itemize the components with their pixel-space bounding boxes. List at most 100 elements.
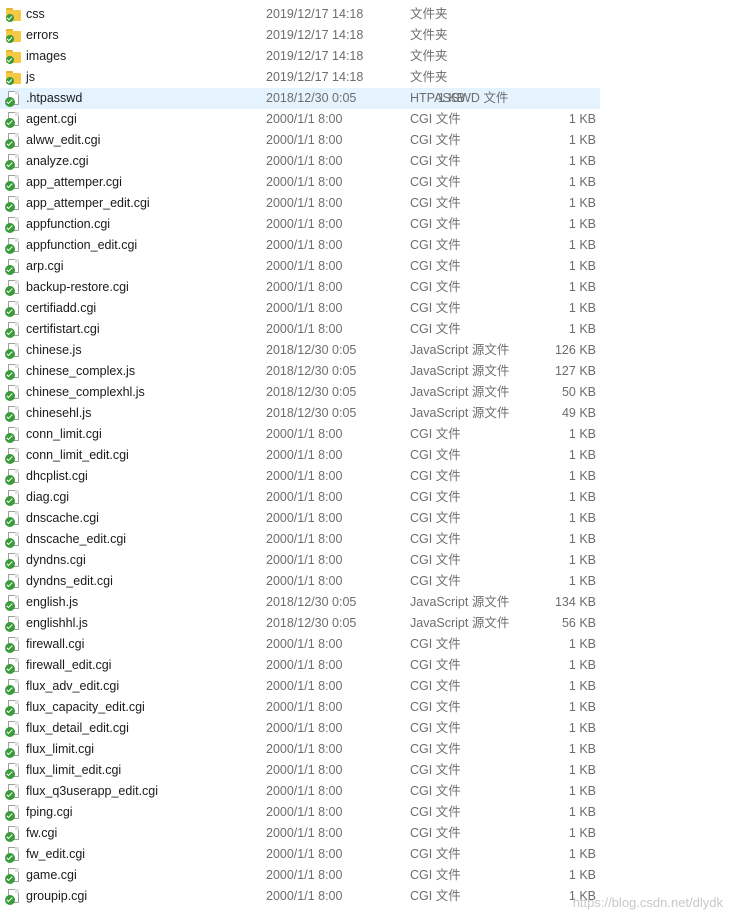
file-name: conn_limit_edit.cgi: [26, 448, 129, 462]
file-name: app_attemper.cgi: [26, 175, 122, 189]
file-row[interactable]: flux_limit.cgi 2000/1/1 8:00 CGI 文件 1 KB: [0, 739, 731, 760]
file-row[interactable]: flux_q3userapp_edit.cgi 2000/1/1 8:00 CGI …: [0, 781, 731, 802]
file-name: flux_q3userapp_edit.cgi: [26, 784, 159, 798]
file-size: 1 KB: [568, 280, 596, 294]
file-icon: [5, 637, 21, 653]
file-name: .htpasswd: [26, 91, 83, 105]
file-row[interactable]: firewall_edit.cgi 2000/1/1 8:00 CGI 文件 1 KB: [0, 655, 731, 676]
file-row[interactable]: appfunction.cgi 2000/1/1 8:00 CGI 文件 1 KB: [0, 214, 731, 235]
file-type: JavaScript 源文件: [410, 595, 510, 609]
file-date-modified: 2018/12/30 0:05: [266, 406, 357, 420]
file-row[interactable]: app_attemper.cgi 2000/1/1 8:00 CGI 文件 1 KB: [0, 172, 731, 193]
file-date-modified: 2018/12/30 0:05: [266, 343, 357, 357]
file-icon: [5, 427, 21, 443]
file-type: CGI 文件: [410, 427, 461, 441]
file-size: 1 KB: [568, 826, 596, 840]
file-row[interactable]: fping.cgi 2000/1/1 8:00 CGI 文件 1 KB: [0, 802, 731, 823]
file-row[interactable]: flux_adv_edit.cgi 2000/1/1 8:00 CGI 文件 1 KB: [0, 676, 731, 697]
file-row[interactable]: firewall.cgi 2000/1/1 8:00 CGI 文件 1 KB: [0, 634, 731, 655]
file-type: CGI 文件: [410, 112, 461, 126]
file-date-modified: 2000/1/1 8:00: [266, 658, 343, 672]
file-row[interactable]: appfunction_edit.cgi 2000/1/1 8:00 CGI 文件 1…: [0, 235, 731, 256]
file-date-modified: 2000/1/1 8:00: [266, 511, 343, 525]
file-size: 1 KB: [568, 112, 596, 126]
folder-row[interactable]: errors 2019/12/17 14:18 文件夹: [0, 25, 731, 46]
file-date-modified: 2000/1/1 8:00: [266, 280, 343, 294]
file-icon: [5, 553, 21, 569]
file-size: 1 KB: [568, 427, 596, 441]
file-name: chinese_complex.js: [26, 364, 136, 378]
file-row[interactable]: dnscache_edit.cgi 2000/1/1 8:00 CGI 文件 1 KB: [0, 529, 731, 550]
file-size: 1 KB: [568, 511, 596, 525]
file-row[interactable]: backup-restore.cgi 2000/1/1 8:00 CGI 文件 1 K…: [0, 277, 731, 298]
file-row[interactable]: dyndns.cgi 2000/1/1 8:00 CGI 文件 1 KB: [0, 550, 731, 571]
file-name: images: [26, 49, 67, 63]
file-row[interactable]: flux_detail_edit.cgi 2000/1/1 8:00 CGI 文件 1…: [0, 718, 731, 739]
file-size: 1 KB: [568, 868, 596, 882]
file-row[interactable]: fw_edit.cgi 2000/1/1 8:00 CGI 文件 1 KB: [0, 844, 731, 865]
file-size: 1 KB: [568, 574, 596, 588]
file-type: CGI 文件: [410, 280, 461, 294]
file-size: 1 KB: [568, 721, 596, 735]
file-size: 1 KB: [568, 217, 596, 231]
folder-row[interactable]: images 2019/12/17 14:18 文件夹: [0, 46, 731, 67]
file-row[interactable]: fw.cgi 2000/1/1 8:00 CGI 文件 1 KB: [0, 823, 731, 844]
folder-icon: [6, 28, 21, 43]
file-row[interactable]: conn_limit_edit.cgi 2000/1/1 8:00 CGI 文件 1 …: [0, 445, 731, 466]
file-size: 49 KB: [561, 406, 596, 420]
file-row[interactable]: chinese_complexhl.js 2018/12/30 0:05 JavaS…: [0, 382, 731, 403]
file-name: fping.cgi: [26, 805, 73, 819]
file-row[interactable]: dyndns_edit.cgi 2000/1/1 8:00 CGI 文件 1 KB: [0, 571, 731, 592]
file-name: fw_edit.cgi: [26, 847, 86, 861]
file-name: english.js: [26, 595, 79, 609]
file-row[interactable]: agent.cgi 2000/1/1 8:00 CGI 文件 1 KB: [0, 109, 731, 130]
file-icon: [5, 301, 21, 317]
file-row[interactable]: dhcplist.cgi 2000/1/1 8:00 CGI 文件 1 KB: [0, 466, 731, 487]
file-icon: [5, 364, 21, 380]
file-name: arp.cgi: [26, 259, 64, 273]
file-row[interactable]: flux_capacity_edit.cgi 2000/1/1 8:00 CGI 文…: [0, 697, 731, 718]
file-date-modified: 2000/1/1 8:00: [266, 700, 343, 714]
file-row[interactable]: conn_limit.cgi 2000/1/1 8:00 CGI 文件 1 KB: [0, 424, 731, 445]
file-type: 文件夹: [410, 70, 448, 84]
file-icon: [5, 805, 21, 821]
file-size: 1 KB: [437, 91, 465, 105]
file-icon: [5, 448, 21, 464]
file-icon: [5, 721, 21, 737]
file-row[interactable]: diag.cgi 2000/1/1 8:00 CGI 文件 1 KB: [0, 487, 731, 508]
file-date-modified: 2000/1/1 8:00: [266, 826, 343, 840]
folder-row[interactable]: js 2019/12/17 14:18 文件夹: [0, 67, 731, 88]
file-date-modified: 2000/1/1 8:00: [266, 868, 343, 882]
file-date-modified: 2018/12/30 0:05: [266, 616, 357, 630]
file-row[interactable]: app_attemper_edit.cgi 2000/1/1 8:00 CGI 文件…: [0, 193, 731, 214]
file-type: CGI 文件: [410, 721, 461, 735]
file-row[interactable]: certifistart.cgi 2000/1/1 8:00 CGI 文件 1 KB: [0, 319, 731, 340]
file-row[interactable]: flux_limit_edit.cgi 2000/1/1 8:00 CGI 文件 1 …: [0, 760, 731, 781]
file-size: 1 KB: [568, 679, 596, 693]
file-date-modified: 2000/1/1 8:00: [266, 112, 343, 126]
file-row[interactable]: arp.cgi 2000/1/1 8:00 CGI 文件 1 KB: [0, 256, 731, 277]
folder-row[interactable]: css 2019/12/17 14:18 文件夹: [0, 4, 731, 25]
file-row[interactable]: dnscache.cgi 2000/1/1 8:00 CGI 文件 1 KB: [0, 508, 731, 529]
file-size: 1 KB: [568, 175, 596, 189]
file-row[interactable]: chinese_complex.js 2018/12/30 0:05 JavaScr…: [0, 361, 731, 382]
file-row[interactable]: analyze.cgi 2000/1/1 8:00 CGI 文件 1 KB: [0, 151, 731, 172]
file-type: CGI 文件: [410, 196, 461, 210]
file-row[interactable]: englishhl.js 2018/12/30 0:05 JavaScript 源文…: [0, 613, 731, 634]
file-date-modified: 2000/1/1 8:00: [266, 427, 343, 441]
file-row[interactable]: chinesehl.js 2018/12/30 0:05 JavaScript 源文…: [0, 403, 731, 424]
file-row[interactable]: game.cgi 2000/1/1 8:00 CGI 文件 1 KB: [0, 865, 731, 886]
file-row[interactable]: chinese.js 2018/12/30 0:05 JavaScript 源文件 1…: [0, 340, 731, 361]
file-name: flux_capacity_edit.cgi: [26, 700, 145, 714]
file-row[interactable]: alww_edit.cgi 2000/1/1 8:00 CGI 文件 1 KB: [0, 130, 731, 151]
file-row[interactable]: english.js 2018/12/30 0:05 JavaScript 源文件 1…: [0, 592, 731, 613]
file-type: 文件夹: [410, 7, 448, 21]
file-date-modified: 2000/1/1 8:00: [266, 553, 343, 567]
file-type: CGI 文件: [410, 469, 461, 483]
file-date-modified: 2019/12/17 14:18: [266, 28, 364, 42]
file-size: 1 KB: [568, 322, 596, 336]
file-row[interactable]: certifiadd.cgi 2000/1/1 8:00 CGI 文件 1 KB: [0, 298, 731, 319]
file-icon: [5, 91, 21, 107]
file-row[interactable]: .htpasswd 2018/12/30 0:05 HTPASSWD 文件 1 KB: [0, 88, 600, 109]
file-name: appfunction.cgi: [26, 217, 111, 231]
